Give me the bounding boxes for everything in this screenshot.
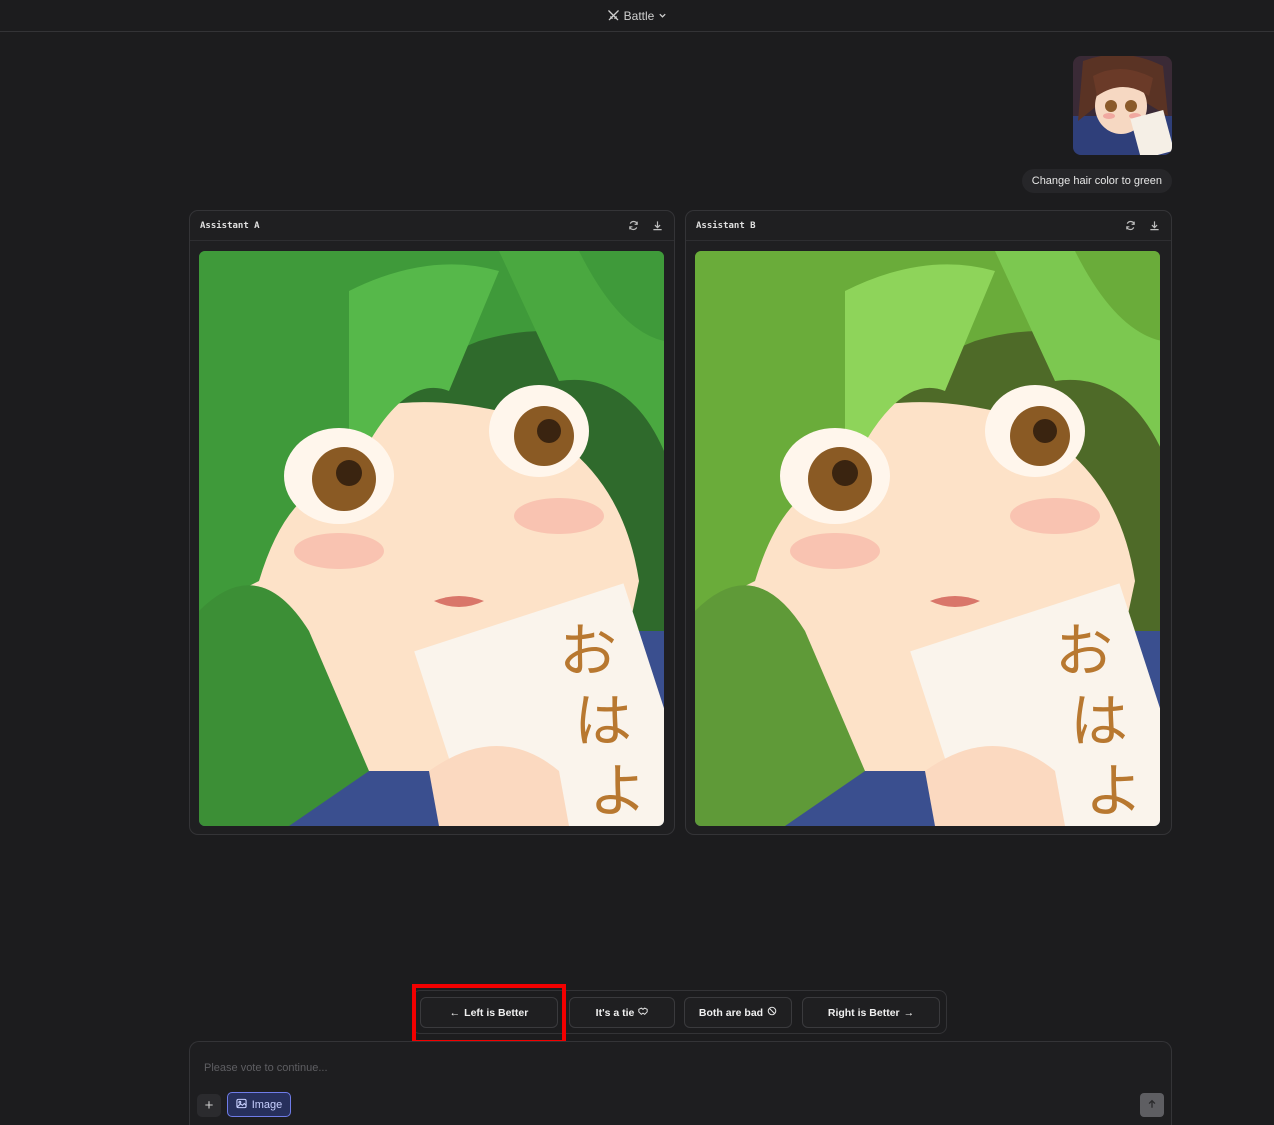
download-icon[interactable] bbox=[650, 219, 664, 233]
user-message: Change hair color to green bbox=[1021, 169, 1172, 193]
assistant-b-image[interactable]: お は よ bbox=[695, 251, 1160, 826]
image-mode-button[interactable]: Image bbox=[227, 1092, 291, 1117]
download-icon[interactable] bbox=[1147, 219, 1161, 233]
svg-text:よ: よ bbox=[589, 757, 647, 825]
assistant-a-header: Assistant A bbox=[190, 211, 674, 241]
assistant-a-image[interactable]: お は よ bbox=[199, 251, 664, 826]
left-is-better-label: Left is Better bbox=[464, 1006, 529, 1019]
user-uploaded-image[interactable] bbox=[1073, 56, 1172, 155]
tie-label: It's a tie bbox=[595, 1006, 635, 1019]
assistant-a-title: Assistant A bbox=[200, 220, 260, 231]
svg-text:よ: よ bbox=[1085, 757, 1143, 825]
svg-text:お: お bbox=[1055, 617, 1113, 685]
prohibited-icon bbox=[767, 1006, 777, 1019]
add-attachment-button[interactable]: + bbox=[197, 1094, 221, 1117]
handshake-icon bbox=[638, 1006, 649, 1019]
tie-button[interactable]: It's a tie bbox=[569, 997, 675, 1028]
both-are-bad-button[interactable]: Both are bad bbox=[684, 997, 792, 1028]
composer: + Image bbox=[189, 1041, 1172, 1125]
assistant-b-header: Assistant B bbox=[686, 211, 1171, 241]
chevron-down-icon bbox=[658, 11, 667, 20]
send-button[interactable] bbox=[1140, 1093, 1164, 1117]
svg-text:は: は bbox=[1070, 687, 1128, 755]
regenerate-icon[interactable] bbox=[626, 219, 640, 233]
arrow-left-icon: ← bbox=[449, 1006, 461, 1019]
both-are-bad-label: Both are bad bbox=[698, 1006, 764, 1019]
right-is-better-label: Right is Better bbox=[827, 1006, 900, 1019]
left-is-better-button[interactable]: ← Left is Better bbox=[420, 997, 558, 1028]
prompt-input[interactable] bbox=[204, 1060, 1104, 1076]
mode-selector[interactable]: Battle bbox=[603, 5, 672, 27]
assistant-a-panel: Assistant A お は よ bbox=[189, 210, 675, 835]
svg-text:お: お bbox=[559, 617, 617, 685]
assistant-b-panel: Assistant B お は よ bbox=[685, 210, 1172, 835]
image-mode-label: Image bbox=[251, 1098, 283, 1111]
mode-label: Battle bbox=[623, 8, 655, 23]
image-icon bbox=[236, 1098, 247, 1112]
assistant-b-title: Assistant B bbox=[696, 220, 756, 231]
swords-icon bbox=[607, 9, 620, 22]
plus-icon: + bbox=[204, 1097, 214, 1114]
top-bar: Battle bbox=[0, 0, 1274, 32]
right-is-better-button[interactable]: Right is Better → bbox=[802, 997, 940, 1028]
arrow-right-icon: → bbox=[903, 1006, 915, 1019]
arrow-up-icon bbox=[1147, 1096, 1157, 1114]
svg-text:は: は bbox=[574, 687, 632, 755]
regenerate-icon[interactable] bbox=[1123, 219, 1137, 233]
